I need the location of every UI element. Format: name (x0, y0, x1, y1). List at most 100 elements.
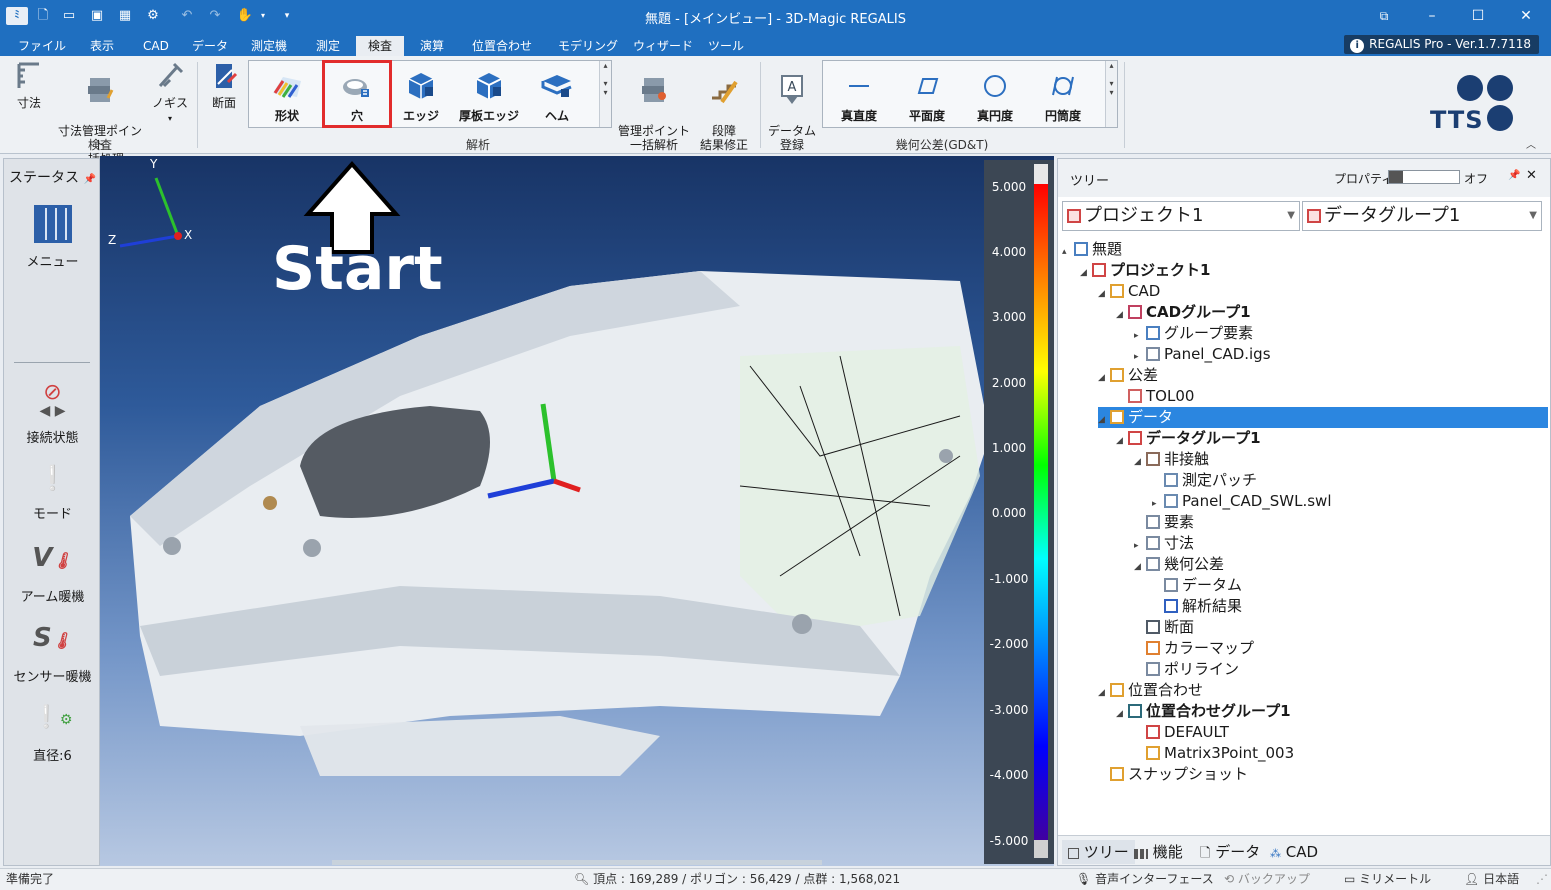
tab-tools[interactable]: ツール (700, 36, 752, 56)
gdt-gallery-scroll[interactable]: ▴ ▾ ▾ (1105, 61, 1117, 127)
tree-node[interactable]: ◢ 公差 (1098, 365, 1158, 386)
expand-toggle-icon[interactable]: ◢ (1134, 452, 1144, 473)
tab-inspection[interactable]: 検査 (356, 36, 405, 56)
tab-measure[interactable]: 測定 (308, 36, 348, 56)
property-toggle[interactable] (1388, 170, 1460, 184)
tree-node[interactable]: ▴ 無題 (1062, 239, 1122, 260)
tree-node[interactable]: スナップショット (1098, 764, 1248, 785)
tree-node[interactable]: ▸ Panel_CAD.igs (1134, 344, 1271, 365)
tree-node[interactable]: ◢ 幾何公差 (1134, 554, 1224, 575)
tree-node[interactable]: ◢ 非接触 (1134, 449, 1209, 470)
gallery-edge[interactable]: エッジ (387, 71, 455, 124)
expand-toggle-icon[interactable]: ◢ (1116, 305, 1126, 326)
tree-node[interactable]: データム (1152, 575, 1242, 596)
tree-node[interactable]: ◢ 位置合わせ (1098, 680, 1203, 701)
tab-modeling[interactable]: モデリング (550, 36, 626, 56)
tab-cad[interactable]: ⁂ CAD (1264, 840, 1324, 864)
menu-item[interactable]: メニュー (4, 205, 101, 270)
scan-model-canvas[interactable] (100, 156, 1054, 866)
tree-node[interactable]: ◢ CADグループ1 (1116, 302, 1251, 323)
tree-node[interactable]: TOL00 (1116, 386, 1194, 407)
minimize-button[interactable]: – (1412, 4, 1452, 28)
expand-toggle-icon[interactable]: ◢ (1098, 368, 1108, 389)
tree-node[interactable]: ◢ データグループ1 (1116, 428, 1261, 449)
tab-view[interactable]: 表示 (82, 36, 122, 56)
unit-selector[interactable]: ▭ ミリメートル (1344, 869, 1431, 890)
diameter-status[interactable]: ❕⚙ 直径:6 (4, 701, 101, 764)
toggle-knob[interactable] (1389, 171, 1403, 183)
scan-hole-marker[interactable] (939, 449, 953, 463)
gallery-straightness[interactable]: 真直度 (825, 71, 893, 124)
tree-node[interactable]: 解析結果 (1152, 596, 1242, 617)
caliper-dropdown-icon[interactable]: ▾ (168, 114, 172, 123)
tab-functions[interactable]: 機能 (1128, 840, 1189, 864)
tab-tree[interactable]: ツリー (1062, 840, 1135, 864)
tab-data[interactable]: データ (184, 36, 236, 56)
gallery-flatness[interactable]: 平面度 (893, 71, 961, 124)
tab-data[interactable]: 🗋 データ (1194, 840, 1266, 864)
tab-measuring-machine[interactable]: 測定機 (243, 36, 295, 56)
voice-interface[interactable]: 🎙︎ 音声インターフェース (1076, 869, 1214, 890)
tree-node[interactable]: DEFAULT (1134, 722, 1229, 743)
tree-node[interactable]: Matrix3Point_003 (1134, 743, 1294, 764)
gallery-cylindricity[interactable]: 円筒度 (1029, 71, 1097, 124)
tab-alignment[interactable]: 位置合わせ (464, 36, 540, 56)
tab-file[interactable]: ファイル (10, 36, 74, 56)
pin-icon[interactable]: 📌 (84, 174, 96, 185)
close-icon[interactable]: ✕ (1526, 168, 1537, 183)
expand-toggle-icon[interactable]: ◢ (1116, 431, 1126, 452)
scan-hole-marker[interactable] (263, 496, 277, 510)
resize-grip-icon[interactable]: ⋰ (1536, 869, 1548, 890)
expand-toggle-icon[interactable]: ◢ (1098, 410, 1108, 431)
mode-status[interactable]: ❕ モード (4, 461, 101, 522)
tree-node[interactable]: ◢ データ (1098, 407, 1548, 428)
chevron-down-icon[interactable]: ▼ (1287, 202, 1295, 230)
sensor-warmup-status[interactable]: S🌡 センサー暖機 (4, 621, 101, 685)
group-combo[interactable]: データグループ1 ▼ (1302, 201, 1542, 231)
expand-toggle-icon[interactable]: ◢ (1080, 263, 1090, 284)
chevron-down-icon[interactable]: ▼ (1529, 202, 1537, 230)
tree-node[interactable]: ▸ グループ要素 (1134, 323, 1253, 344)
tab-wizard[interactable]: ウィザード (625, 36, 701, 56)
gallery-roundness[interactable]: 真円度 (961, 71, 1029, 124)
expand-toggle-icon[interactable]: ◢ (1134, 557, 1144, 578)
connection-status[interactable]: ⊘ ◀ ▶ 接続状態 (4, 381, 101, 447)
gallery-shape[interactable]: 形状 (253, 71, 321, 124)
scan-hole-marker[interactable] (792, 614, 812, 634)
arm-warmup-status[interactable]: V🌡 アーム暖機 (4, 541, 101, 605)
caliper-button[interactable]: ノギス ▾ (150, 60, 190, 126)
tab-cad[interactable]: CAD (135, 36, 177, 56)
tree-node[interactable]: ◢ CAD (1098, 281, 1160, 302)
pin-icon[interactable]: 📌 (1508, 170, 1520, 181)
expand-toggle-icon[interactable]: ◢ (1116, 704, 1126, 725)
language-selector[interactable]: 👤︎ 日本語 (1464, 869, 1519, 890)
expand-toggle-icon[interactable]: ◢ (1098, 284, 1108, 305)
gallery-hole[interactable]: 穴 (322, 60, 392, 128)
dimension-button[interactable]: 寸法 (8, 60, 50, 110)
tree-node[interactable]: ◢ プロジェクト1 (1080, 260, 1210, 281)
tree-node[interactable]: ▸ Panel_CAD_SWL.swl (1152, 491, 1331, 512)
restore-layout-icon[interactable]: ⧉ (1364, 4, 1404, 28)
tab-calculation[interactable]: 演算 (412, 36, 452, 56)
tree-node[interactable]: ポリライン (1134, 659, 1239, 680)
3d-viewport[interactable]: Y X Z Start 5.000 4.000 3.000 2.000 1.00… (100, 156, 1054, 866)
gallery-scroll[interactable]: ▴ ▾ ▾ (599, 61, 611, 127)
tree-node[interactable]: 要素 (1134, 512, 1194, 533)
tree-node[interactable]: ◢ 位置合わせグループ1 (1116, 701, 1291, 722)
close-button[interactable]: ✕ (1506, 4, 1546, 28)
ribbon-collapse-icon[interactable]: ︿ (1526, 136, 1536, 151)
tree-node[interactable]: 断面 (1134, 617, 1194, 638)
tree-node[interactable]: カラーマップ (1134, 638, 1254, 659)
tree-node[interactable]: ▸ 寸法 (1134, 533, 1194, 554)
scan-hole-marker[interactable] (303, 539, 321, 557)
maximize-button[interactable]: ☐ (1458, 4, 1498, 28)
expand-toggle-icon[interactable]: ▴ (1062, 242, 1072, 263)
project-combo[interactable]: プロジェクト1 ▼ (1062, 201, 1300, 231)
viewport-scrollbar[interactable] (332, 860, 822, 865)
backup-status[interactable]: ⟲ バックアップ (1224, 869, 1310, 890)
section-button[interactable]: 断面 (204, 60, 244, 110)
gallery-thick-edge[interactable]: 厚板エッジ (455, 71, 523, 124)
expand-toggle-icon[interactable]: ◢ (1098, 683, 1108, 704)
scan-hole-marker[interactable] (163, 537, 181, 555)
tree-node[interactable]: 測定パッチ (1152, 470, 1257, 491)
